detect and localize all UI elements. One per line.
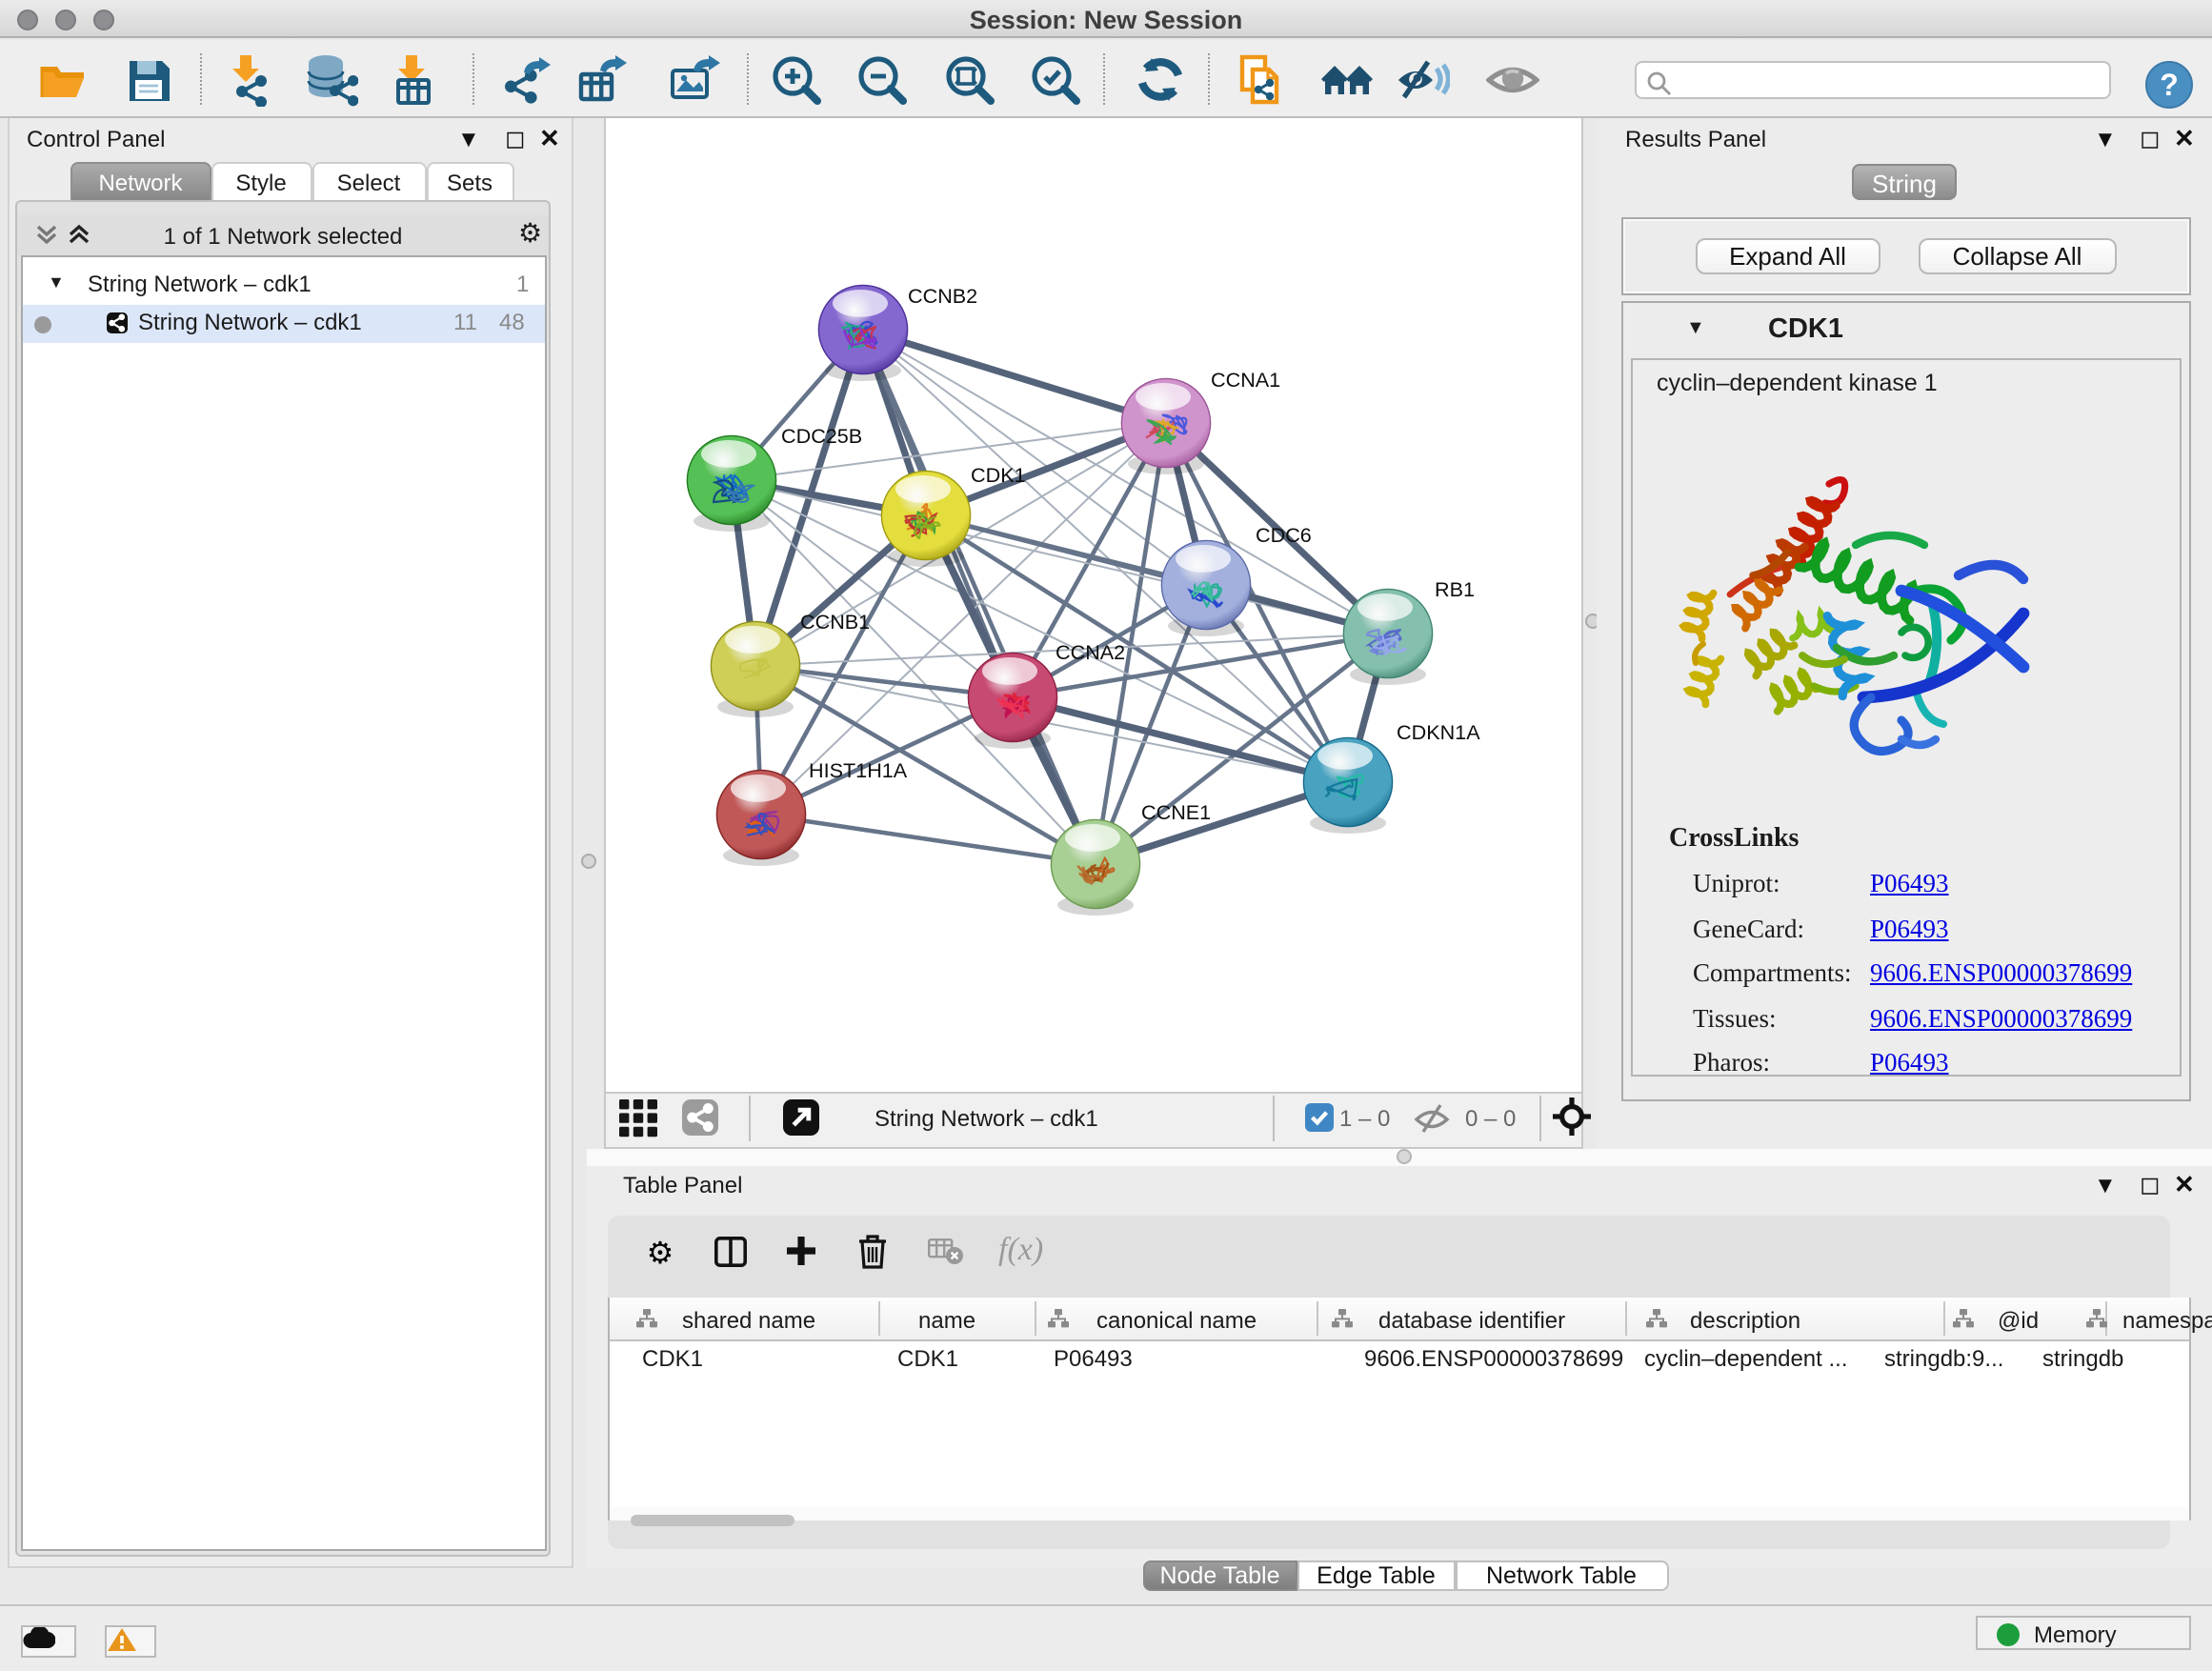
svg-text:CDC25B: CDC25B [780, 424, 861, 448]
svg-text:CDK1: CDK1 [970, 463, 1025, 487]
svg-text:CDKN1A: CDKN1A [1396, 720, 1479, 744]
svg-text:RB1: RB1 [1434, 577, 1474, 601]
svg-text:CCNA2: CCNA2 [1055, 640, 1124, 664]
svg-text:CCNB2: CCNB2 [907, 284, 976, 308]
svg-text:CCNE1: CCNE1 [1140, 800, 1210, 824]
svg-text:HIST1H1A: HIST1H1A [808, 758, 907, 782]
svg-text:⚙: ⚙ [647, 1237, 674, 1269]
svg-text:CCNB1: CCNB1 [799, 610, 869, 634]
svg-text:CDC6: CDC6 [1255, 523, 1311, 547]
svg-text:CCNA1: CCNA1 [1210, 368, 1279, 392]
svg-text:?: ? [2160, 67, 2179, 101]
